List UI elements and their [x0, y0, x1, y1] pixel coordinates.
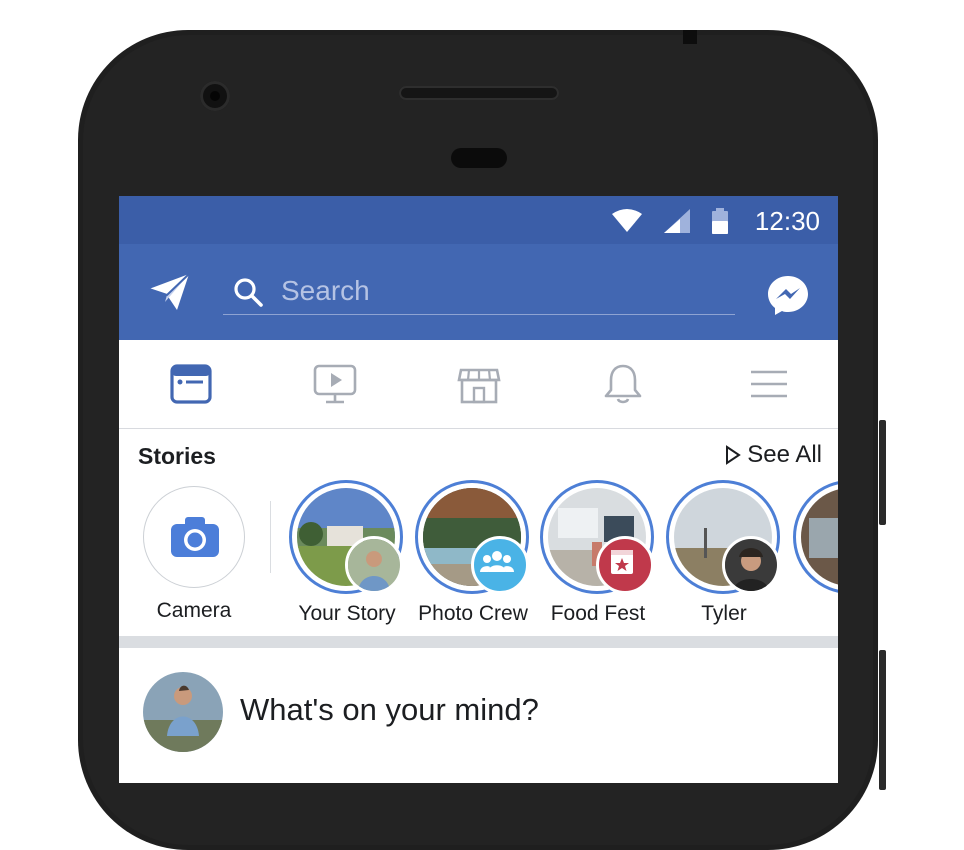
tab-bar — [119, 340, 838, 429]
side-button-upper — [879, 420, 886, 525]
front-camera-lens — [200, 81, 230, 111]
stories-divider — [270, 501, 271, 573]
phone-screen: 12:30 Search Stories See All Camera Your… — [119, 196, 838, 783]
search-input[interactable] — [279, 272, 723, 310]
story-tyler[interactable]: Tyler — [666, 480, 782, 625]
story-thumbnail — [801, 488, 838, 586]
story-ring — [666, 480, 780, 594]
tab-news-feed[interactable] — [169, 362, 213, 406]
battery-icon — [712, 208, 728, 234]
story-camera-button[interactable] — [143, 486, 245, 588]
phone-antenna-band — [683, 30, 697, 44]
tab-notifications[interactable] — [601, 362, 645, 406]
story-avatar-badge — [345, 536, 403, 594]
story-me[interactable]: Me — [793, 480, 838, 625]
story-ring — [540, 480, 654, 594]
avatar — [143, 672, 223, 752]
group-badge — [471, 536, 529, 594]
see-all-link[interactable]: See All — [725, 441, 822, 469]
tab-menu[interactable] — [747, 362, 791, 406]
group-icon — [480, 551, 514, 572]
camera-icon — [171, 517, 219, 557]
event-badge — [596, 536, 654, 594]
camera-label: Camera — [156, 599, 232, 622]
stories-section: Stories See All Camera Your Story Photo … — [119, 429, 838, 635]
paper-plane-icon[interactable] — [147, 272, 191, 312]
story-your-story[interactable]: Your Story — [289, 480, 405, 625]
composer-prompt[interactable]: What's on your mind? — [240, 692, 539, 728]
story-ring — [289, 480, 403, 594]
status-time: 12:30 — [754, 206, 820, 236]
tab-watch[interactable] — [313, 362, 357, 406]
post-composer[interactable]: What's on your mind? — [119, 648, 838, 783]
status-bar: 12:30 — [119, 196, 838, 244]
search-bar[interactable] — [223, 268, 735, 315]
story-ring — [793, 480, 838, 594]
search-icon — [234, 278, 263, 307]
side-button-lower — [879, 650, 886, 790]
see-all-label: See All — [747, 441, 822, 468]
story-avatar-badge — [722, 536, 780, 594]
cellular-signal-icon — [664, 209, 690, 233]
phone-sensor — [451, 148, 507, 168]
play-outline-icon — [726, 445, 742, 465]
stories-title: Stories — [138, 443, 216, 469]
wifi-icon — [612, 209, 642, 232]
app-bar — [119, 244, 838, 340]
calendar-star-icon — [611, 550, 633, 574]
messenger-icon[interactable] — [767, 274, 809, 316]
story-ring — [415, 480, 529, 594]
phone-earpiece — [399, 86, 559, 100]
story-food-fest[interactable]: Food Fest — [540, 480, 656, 625]
story-label: Me — [773, 602, 838, 626]
story-photo-crew[interactable]: Photo Crew — [415, 480, 531, 625]
tab-marketplace[interactable] — [457, 362, 501, 406]
section-separator — [119, 636, 838, 648]
status-icons — [612, 208, 728, 234]
